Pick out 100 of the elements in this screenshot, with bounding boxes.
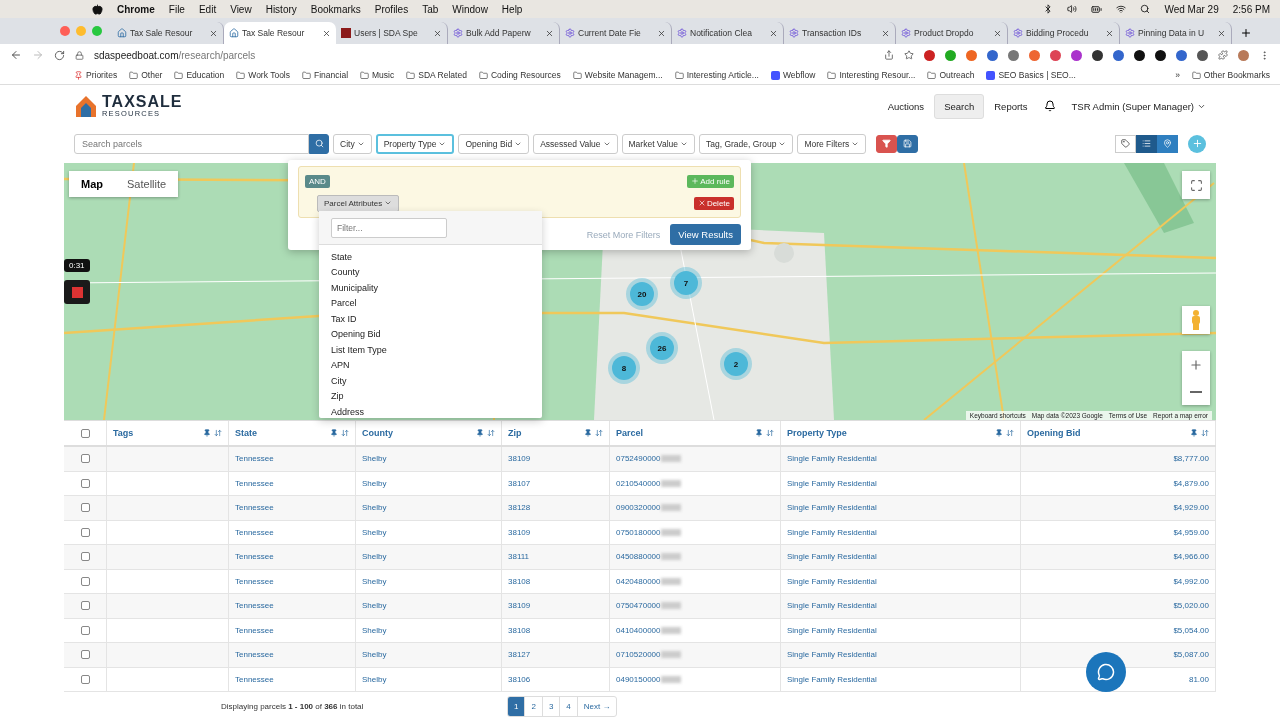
- checkbox[interactable]: [80, 674, 90, 684]
- filter-dropdown[interactable]: City: [333, 133, 372, 154]
- pin-icon[interactable]: [995, 429, 1003, 437]
- puzzle-icon[interactable]: [1218, 50, 1228, 60]
- sort-icon[interactable]: [214, 429, 222, 437]
- menu-item[interactable]: APN: [319, 357, 542, 373]
- bookmark[interactable]: SDA Related: [406, 70, 467, 80]
- bookmark[interactable]: Work Tools: [236, 70, 290, 80]
- bookmark[interactable]: Other Bookmarks: [1191, 70, 1270, 80]
- close-icon[interactable]: [657, 28, 666, 38]
- menu-app-name[interactable]: Chrome: [117, 3, 155, 15]
- fullscreen-button[interactable]: [1182, 171, 1210, 199]
- filter-dropdown[interactable]: Tag, Grade, Group: [699, 133, 794, 154]
- star-icon[interactable]: [904, 50, 914, 60]
- close-icon[interactable]: [1217, 28, 1226, 38]
- close-icon[interactable]: [545, 28, 554, 38]
- checkbox[interactable]: [80, 552, 90, 562]
- bookmark[interactable]: Education: [174, 70, 225, 80]
- bookmark[interactable]: Interesting Article...: [674, 70, 759, 80]
- menu-item[interactable]: Parcel: [319, 295, 542, 311]
- column-header[interactable]: Tags: [107, 421, 229, 445]
- pin-icon[interactable]: [584, 429, 592, 437]
- sort-icon[interactable]: [341, 429, 349, 437]
- checkbox[interactable]: [80, 454, 90, 464]
- battery-icon[interactable]: [1091, 3, 1103, 15]
- filter-dropdown[interactable]: Market Value: [621, 133, 695, 154]
- menu-item[interactable]: City: [319, 373, 542, 389]
- next-page-link[interactable]: Next →: [577, 696, 617, 716]
- menu-item[interactable]: Profiles: [374, 3, 409, 15]
- bookmark[interactable]: Other: [129, 70, 163, 80]
- menu-item[interactable]: File: [168, 3, 185, 15]
- bookmark[interactable]: Website Managem...: [572, 70, 663, 80]
- checkbox[interactable]: [80, 527, 90, 537]
- zoom-out-button[interactable]: [1182, 378, 1210, 405]
- menu-item[interactable]: Tab: [422, 3, 439, 15]
- extension-icon[interactable]: [1092, 49, 1103, 61]
- close-icon[interactable]: [1105, 28, 1114, 38]
- close-icon[interactable]: [881, 28, 890, 38]
- pin-icon[interactable]: [203, 429, 211, 437]
- column-header[interactable]: State: [229, 421, 356, 445]
- more-bookmarks[interactable]: »: [1175, 70, 1180, 80]
- menu-item[interactable]: State: [319, 249, 542, 265]
- bookmark[interactable]: Interesting Resour...: [827, 70, 916, 80]
- search-field[interactable]: Search parcels: [74, 133, 309, 154]
- menu-item[interactable]: Bookmarks: [310, 3, 361, 15]
- bookmark[interactable]: Coding Resources: [478, 70, 561, 80]
- sort-icon[interactable]: [766, 429, 774, 437]
- sort-icon[interactable]: [487, 429, 495, 437]
- lock-icon[interactable]: [75, 50, 84, 60]
- close-icon[interactable]: [769, 28, 778, 38]
- pin-icon[interactable]: [476, 429, 484, 437]
- menu-item[interactable]: Tax ID: [319, 311, 542, 327]
- apple-icon[interactable]: [92, 3, 103, 15]
- user-menu[interactable]: TSR Admin (Super Manager): [1071, 100, 1206, 112]
- checkbox[interactable]: [80, 650, 90, 660]
- menu-item[interactable]: List Item Type: [319, 342, 542, 358]
- attribute-dropdown[interactable]: Parcel Attributes: [317, 194, 400, 212]
- nav-link[interactable]: Auctions: [877, 93, 935, 119]
- close-icon[interactable]: [322, 28, 331, 38]
- map-type-button[interactable]: Map: [69, 171, 115, 197]
- pin-icon[interactable]: [330, 429, 338, 437]
- menu-item[interactable]: Address: [319, 404, 542, 420]
- stop-recording-button[interactable]: [64, 280, 90, 304]
- nav-link[interactable]: Search: [934, 93, 985, 119]
- extension-icon[interactable]: [1134, 49, 1145, 61]
- bookmark[interactable]: Webflow: [770, 70, 816, 80]
- view-toggle-button[interactable]: [1136, 134, 1157, 153]
- bell-icon[interactable]: [1043, 100, 1056, 112]
- delete-button[interactable]: Delete: [693, 196, 734, 210]
- close-icon[interactable]: [993, 28, 1002, 38]
- address-field[interactable]: sdaspeedboat.com/research/parcels: [94, 49, 874, 61]
- reload-icon[interactable]: [54, 49, 65, 61]
- search-button[interactable]: [309, 133, 329, 154]
- volume-icon[interactable]: [1067, 4, 1078, 14]
- sort-icon[interactable]: [1201, 429, 1209, 437]
- extension-icon[interactable]: [1155, 49, 1166, 61]
- operator-badge[interactable]: AND: [305, 174, 330, 188]
- checkbox[interactable]: [80, 503, 90, 513]
- checkbox[interactable]: [80, 601, 90, 611]
- pin-icon[interactable]: [1190, 429, 1198, 437]
- column-header[interactable]: Opening Bid: [1021, 421, 1216, 445]
- menu-item[interactable]: History: [265, 3, 297, 15]
- bookmark[interactable]: Outreach: [927, 70, 975, 80]
- menu-item[interactable]: Opening Bid: [319, 326, 542, 342]
- checkbox[interactable]: [80, 576, 90, 586]
- column-header[interactable]: Zip: [502, 421, 610, 445]
- bluetooth-icon[interactable]: [1043, 4, 1054, 14]
- menu-item[interactable]: Window: [452, 3, 488, 15]
- menu-item[interactable]: Zip: [319, 388, 542, 404]
- filter-dropdown[interactable]: Opening Bid: [458, 133, 530, 154]
- column-header[interactable]: County: [356, 421, 502, 445]
- checkbox[interactable]: [80, 625, 90, 635]
- view-toggle-button[interactable]: [1157, 134, 1178, 153]
- sort-icon[interactable]: [595, 429, 603, 437]
- bookmark[interactable]: Financial: [302, 70, 349, 80]
- filter-dropdown[interactable]: Property Type: [375, 133, 455, 154]
- menu-item[interactable]: Edit: [198, 3, 217, 15]
- column-header[interactable]: Property Type: [781, 421, 1021, 445]
- wifi-icon[interactable]: [1116, 4, 1127, 14]
- sort-icon[interactable]: [1006, 429, 1014, 437]
